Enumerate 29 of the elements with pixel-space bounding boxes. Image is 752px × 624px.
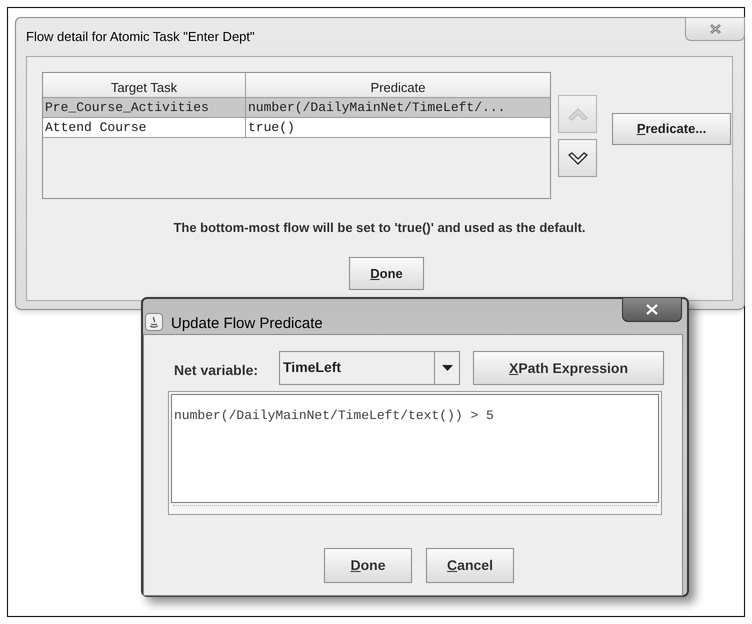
chevron-up-icon: [568, 108, 588, 120]
java-icon: [145, 313, 163, 331]
table-cell-text: number(/DailyMainNet/TimeLeft/...: [247, 99, 506, 117]
done-button[interactable]: Done: [324, 548, 412, 583]
net-variable-dropdown[interactable]: TimeLeft: [279, 351, 460, 385]
expression-text: number(/DailyMainNet/TimeLeft/text()) > 5: [174, 408, 494, 423]
done-button[interactable]: Done: [349, 257, 424, 290]
table-cell: Pre_Course_Activities: [43, 98, 246, 117]
close-icon: [710, 24, 720, 34]
dropdown-value: TimeLeft: [282, 358, 342, 377]
close-button[interactable]: [622, 297, 682, 322]
dropdown-arrow-icon: [442, 365, 452, 371]
column-header[interactable]: Predicate: [246, 73, 550, 97]
table-row[interactable]: Attend Course true(): [43, 118, 550, 138]
predicate-button[interactable]: Predicate...: [612, 113, 731, 145]
chevron-down-icon: [568, 152, 588, 164]
close-icon: [646, 304, 658, 315]
window-title: Update Flow Predicate: [171, 314, 323, 334]
default-flow-note: The bottom-most flow will be set to 'true()' and used as the default.: [172, 219, 587, 237]
table-cell-text: true(): [247, 119, 296, 137]
window-title: Flow detail for Atomic Task "Enter Dept": [26, 28, 255, 46]
table-row[interactable]: Pre_Course_Activities number(/DailyMainNet/TimeLeft/...: [43, 98, 550, 118]
column-header[interactable]: Target Task: [43, 73, 246, 97]
net-variable-label: Net variable:: [174, 361, 258, 380]
xpath-expression-button[interactable]: XPath Expression: [473, 351, 664, 385]
table-cell: Attend Course: [43, 118, 246, 137]
move-down-button[interactable]: [558, 139, 597, 177]
expression-text-area[interactable]: number(/DailyMainNet/TimeLeft/text()) > 5: [171, 394, 659, 503]
cancel-button[interactable]: Cancel: [426, 548, 514, 583]
